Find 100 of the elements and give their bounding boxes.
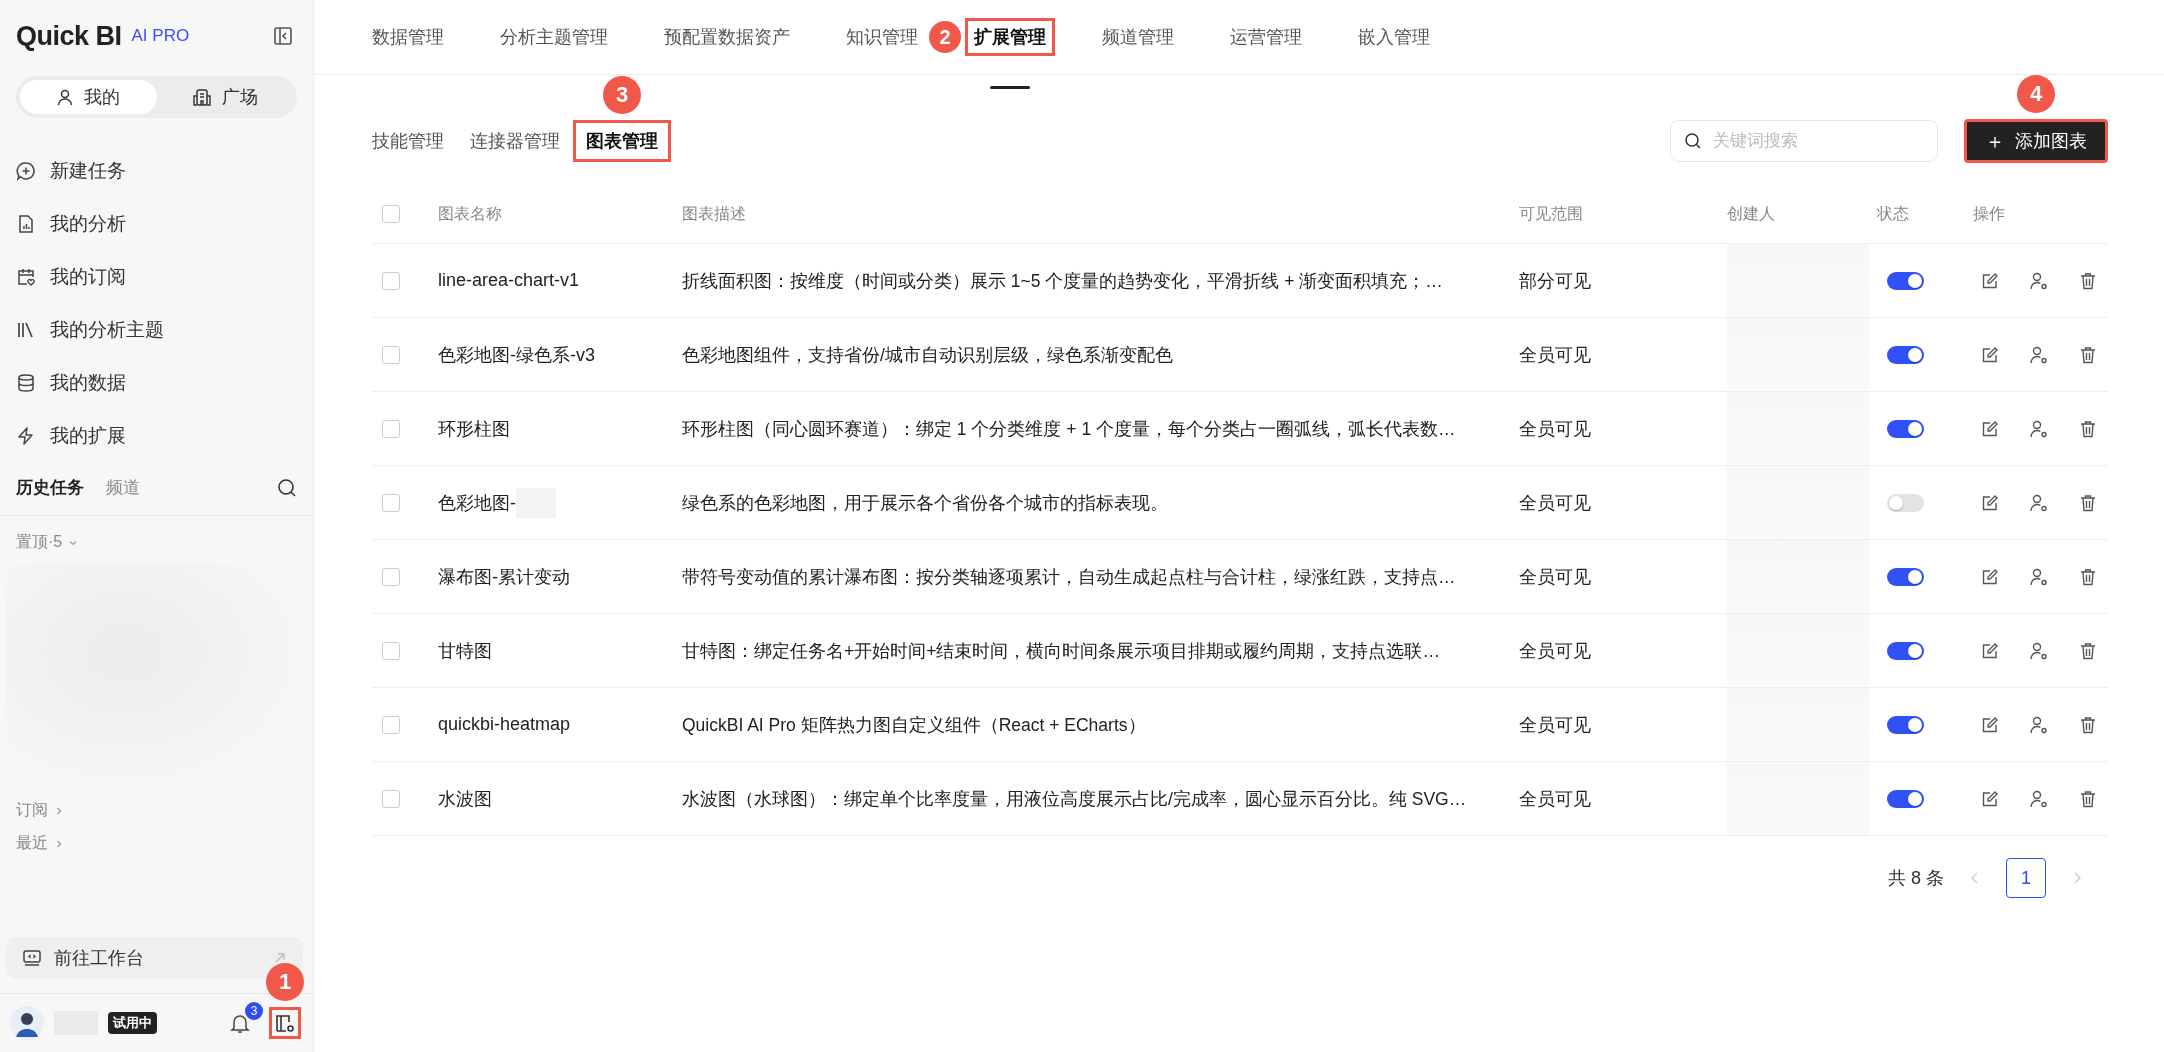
visibility-cell-text: 全员可见 <box>1519 787 1591 811</box>
column-header: 可见范围 <box>1519 203 1584 224</box>
edit-icon[interactable] <box>1981 345 1999 364</box>
chart-description: 折线面积图：按维度（时间或分类）展示 1~5 个度量的趋势变化，平滑折线 + 渐变面积填充；… <box>682 269 1443 293</box>
settings-button[interactable] <box>269 1007 301 1039</box>
chart-name: 色彩地图- <box>438 491 516 515</box>
status-toggle[interactable] <box>1887 345 1924 364</box>
column-header: 图表描述 <box>682 203 747 224</box>
chart-description: 色彩地图组件，支持省份/城市自动识别层级，绿色系渐变配色 <box>682 343 1173 367</box>
delete-icon[interactable] <box>2079 271 2097 290</box>
user-settings-icon[interactable] <box>2029 271 2049 290</box>
view-switch-tab[interactable]: 我的 <box>20 80 157 114</box>
chart-description: 绿色系的色彩地图，用于展示各个省份各个城市的指标表现。 <box>682 491 1168 515</box>
bell-icon[interactable] <box>229 1012 251 1034</box>
sub-tab[interactable]: 技能管理 <box>359 120 457 162</box>
person-icon <box>56 88 75 106</box>
column-header: 操作 <box>1973 203 2006 224</box>
search-icon[interactable] <box>277 477 297 498</box>
nav-tab[interactable]: 频道管理 <box>1093 18 1183 56</box>
row-checkbox[interactable] <box>382 641 400 660</box>
delete-icon[interactable] <box>2079 641 2097 660</box>
history-tab[interactable]: 历史任务 <box>16 476 84 499</box>
select-all-checkbox[interactable] <box>382 205 400 223</box>
edit-icon[interactable] <box>1981 271 1999 290</box>
sub-tab[interactable]: 连接器管理 <box>457 120 573 162</box>
chart-name: 瀑布图-累计变动 <box>438 565 570 589</box>
status-toggle[interactable] <box>1887 567 1924 586</box>
column-header: 创建人 <box>1727 203 1776 224</box>
building-icon <box>191 88 212 106</box>
nav-tab[interactable]: 数据管理 <box>363 18 453 56</box>
user-settings-icon[interactable] <box>2029 493 2049 512</box>
delete-icon[interactable] <box>2079 345 2097 364</box>
total-count: 共 8 条 <box>1888 867 1944 890</box>
sidebar-menu-item[interactable]: 我的分析主题 <box>0 303 313 356</box>
collapse-sidebar-icon[interactable] <box>273 26 293 46</box>
chart-name: 色彩地图-绿色系-v3 <box>438 343 595 367</box>
callout-number: 4 <box>2017 75 2055 113</box>
row-checkbox[interactable] <box>382 567 400 586</box>
row-checkbox[interactable] <box>382 345 400 364</box>
nav-tab[interactable]: 嵌入管理 <box>1349 18 1439 56</box>
nav-tab[interactable]: 扩展管理 <box>965 18 1055 56</box>
sidebar-menu-item[interactable]: 我的数据 <box>0 356 313 409</box>
edit-icon[interactable] <box>1981 641 1999 660</box>
user-settings-icon[interactable] <box>2029 789 2049 808</box>
edit-icon[interactable] <box>1981 789 1999 808</box>
edit-icon[interactable] <box>1981 715 1999 734</box>
status-toggle[interactable] <box>1887 271 1924 290</box>
sidebar-menu-item[interactable]: 我的扩展 <box>0 409 313 462</box>
user-settings-icon[interactable] <box>2029 567 2049 586</box>
logo: Quick BI <box>16 20 122 52</box>
delete-icon[interactable] <box>2079 789 2097 808</box>
delete-icon[interactable] <box>2079 567 2097 586</box>
row-checkbox[interactable] <box>382 419 400 438</box>
sidebar-menu-item[interactable]: 我的订阅 <box>0 250 313 303</box>
user-settings-icon[interactable] <box>2029 345 2049 364</box>
view-switch-tab[interactable]: 广场 <box>156 80 293 114</box>
sidebar-link[interactable]: 最近 <box>16 833 48 854</box>
column-header: 状态 <box>1877 203 1910 224</box>
edit-icon[interactable] <box>1981 567 1999 586</box>
row-checkbox[interactable] <box>382 789 400 808</box>
external-arrow-icon <box>273 951 287 965</box>
chart-description: QuickBI AI Pro 矩阵热力图自定义组件（React + ECharts） <box>682 713 1146 737</box>
status-toggle[interactable] <box>1887 715 1924 734</box>
sub-tab[interactable]: 图表管理 <box>573 120 671 162</box>
nav-tab[interactable]: 分析主题管理 <box>491 18 617 56</box>
sidebar-menu-item[interactable]: 新建任务 <box>0 144 313 197</box>
product-tier-label: AI PRO <box>131 26 190 46</box>
visibility-cell-text: 全员可见 <box>1519 639 1591 663</box>
avatar[interactable] <box>10 1006 44 1040</box>
row-checkbox[interactable] <box>382 715 400 734</box>
edit-icon[interactable] <box>1981 419 1999 438</box>
chevron-right-icon <box>54 805 64 816</box>
lightning-icon <box>16 425 36 446</box>
nav-tab[interactable]: 运营管理 <box>1221 18 1311 56</box>
status-toggle[interactable] <box>1887 641 1924 660</box>
report-icon <box>16 213 36 234</box>
chart-description: 带符号变动值的累计瀑布图：按分类轴逐项累计，自动生成起点柱与合计柱，绿涨红跌，支持点… <box>682 565 1456 589</box>
user-settings-icon[interactable] <box>2029 419 2049 438</box>
delete-icon[interactable] <box>2079 493 2097 512</box>
chart-description: 环形柱图（同心圆环赛道）：绑定 1 个分类维度 + 1 个度量，每个分类占一圈弧线，弧长代表数… <box>682 417 1456 441</box>
nav-tab[interactable]: 预配置数据资产 <box>655 18 799 56</box>
visibility-cell-text: 全员可见 <box>1519 343 1591 367</box>
visibility-cell-text: 全员可见 <box>1519 713 1591 737</box>
status-toggle[interactable] <box>1887 789 1924 808</box>
search-field[interactable]: 关键词搜索 <box>1670 120 1938 162</box>
user-settings-icon[interactable] <box>2029 641 2049 660</box>
row-checkbox[interactable] <box>382 493 400 512</box>
page-button[interactable]: 1 <box>2006 858 2046 898</box>
status-toggle[interactable] <box>1887 493 1924 512</box>
add-chart-button[interactable]: ＋ 添加图表 <box>1964 119 2108 163</box>
status-toggle[interactable] <box>1887 419 1924 438</box>
nav-tab[interactable]: 知识管理 <box>837 18 927 56</box>
sidebar-menu-item[interactable]: 我的分析 <box>0 197 313 250</box>
row-checkbox[interactable] <box>382 271 400 290</box>
code-monitor-icon <box>22 949 42 967</box>
delete-icon[interactable] <box>2079 715 2097 734</box>
callout-number: 3 <box>603 76 641 114</box>
edit-icon[interactable] <box>1981 493 1999 512</box>
delete-icon[interactable] <box>2079 419 2097 438</box>
user-settings-icon[interactable] <box>2029 715 2049 734</box>
